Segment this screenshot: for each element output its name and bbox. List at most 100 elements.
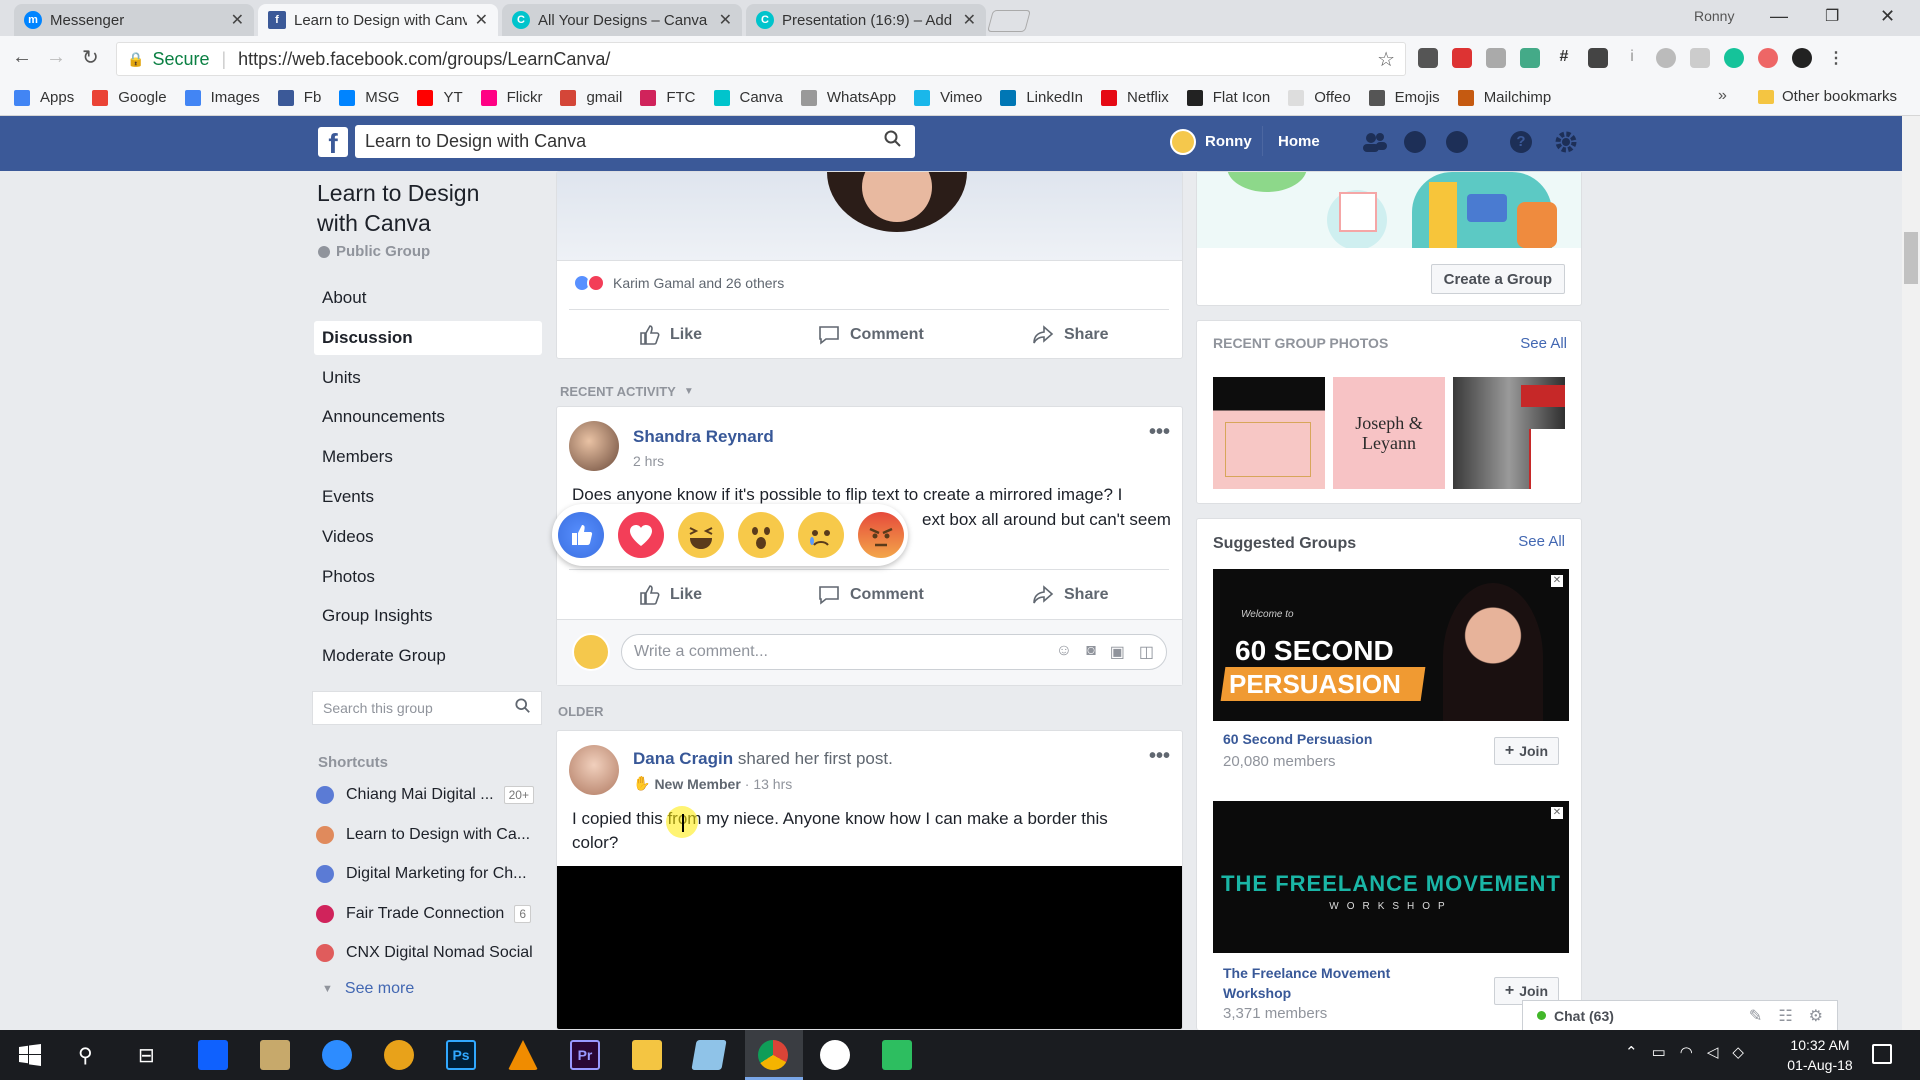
evernote-icon[interactable]: [882, 1040, 912, 1070]
camera-icon[interactable]: ◙: [1086, 642, 1096, 662]
youtube-ext-icon[interactable]: [1452, 48, 1472, 68]
group-nav-item[interactable]: Photos: [314, 560, 542, 594]
bookmark-item[interactable]: Flat Icon: [1186, 89, 1270, 106]
recent-activity-dropdown[interactable]: RECENT ACTIVITY ▼: [560, 384, 694, 399]
shortcut-item[interactable]: Fair Trade Connection 6: [316, 904, 531, 923]
other-bookmarks[interactable]: Other bookmarks: [1758, 88, 1897, 105]
group-nav-item[interactable]: Members: [314, 440, 542, 474]
group-nav-item[interactable]: Group Insights: [314, 599, 542, 633]
settings-icon[interactable]: ⚙: [1809, 1006, 1823, 1026]
more-options-icon[interactable]: •••: [1149, 745, 1170, 768]
love-reaction-icon[interactable]: [618, 512, 664, 558]
hashtag-icon[interactable]: #: [1554, 48, 1574, 68]
post-image[interactable]: [557, 172, 1182, 260]
bookmark-item[interactable]: YT: [417, 89, 463, 106]
like-button[interactable]: Like: [638, 584, 702, 606]
back-icon[interactable]: ←: [12, 46, 32, 69]
shortcut-item[interactable]: Digital Marketing for Ch...: [316, 865, 527, 883]
group-chat-icon[interactable]: ☷: [1778, 1006, 1792, 1026]
star-icon[interactable]: ☆: [1377, 47, 1395, 72]
more-bookmarks-button[interactable]: »: [1718, 87, 1727, 105]
join-button[interactable]: + Join: [1493, 737, 1559, 765]
close-tab-icon[interactable]: ✕: [475, 10, 488, 30]
bookmark-item[interactable]: Netflix: [1101, 89, 1169, 106]
premiere-icon[interactable]: Pr: [570, 1040, 600, 1070]
close-icon[interactable]: ✕: [1551, 575, 1563, 587]
see-all-link[interactable]: See All: [1518, 533, 1565, 550]
bookmark-item[interactable]: WhatsApp: [800, 89, 896, 106]
avatar[interactable]: [569, 745, 619, 795]
reload-icon[interactable]: ↻: [82, 45, 99, 70]
chrome-icon[interactable]: [758, 1040, 788, 1070]
new-tab-button[interactable]: [987, 10, 1031, 32]
sticker-icon[interactable]: ◫: [1139, 642, 1154, 662]
info-icon[interactable]: i: [1622, 48, 1642, 68]
haha-reaction-icon[interactable]: [678, 512, 724, 558]
bookmark-item[interactable]: Offeo: [1288, 89, 1351, 106]
comment-button[interactable]: Comment: [818, 324, 924, 346]
forward-icon[interactable]: →: [46, 46, 66, 69]
globe-icon[interactable]: [1446, 131, 1468, 153]
wow-reaction-icon[interactable]: [738, 512, 784, 558]
group-nav-item[interactable]: Units: [314, 361, 542, 395]
friend-requests-icon[interactable]: [1362, 131, 1388, 153]
bookmark-item[interactable]: Vimeo: [914, 89, 982, 106]
task-view-icon[interactable]: ⊟: [138, 1043, 155, 1068]
dropbox-tray-icon[interactable]: ◇: [1732, 1043, 1744, 1061]
search-icon[interactable]: ⚲: [78, 1043, 93, 1068]
help-icon[interactable]: ?: [1510, 131, 1532, 153]
group-title[interactable]: Learn to Design with Canva: [317, 178, 479, 238]
bookmark-item[interactable]: Fb: [277, 89, 321, 106]
chat-bar[interactable]: Chat (63) ✎ ☷ ⚙: [1522, 1000, 1838, 1030]
see-all-link[interactable]: See All: [1520, 335, 1567, 352]
shortcut-item[interactable]: CNX Digital Nomad Social: [316, 944, 533, 962]
app-icon[interactable]: [260, 1040, 290, 1070]
close-window-icon[interactable]: ✕: [1880, 6, 1895, 27]
close-tab-icon[interactable]: ✕: [719, 10, 732, 30]
menu-icon[interactable]: ⋮: [1826, 48, 1846, 68]
bookmark-item[interactable]: LinkedIn: [1000, 89, 1083, 106]
bookmark-item[interactable]: Canva: [713, 89, 783, 106]
file-explorer-icon[interactable]: [632, 1040, 662, 1070]
like-reaction-icon[interactable]: [558, 512, 604, 558]
photoshop-icon[interactable]: Ps: [446, 1040, 476, 1070]
bookmark-item[interactable]: Apps: [14, 89, 74, 106]
create-group-button[interactable]: Create a Group: [1430, 264, 1565, 294]
avatar-ext-icon[interactable]: [1792, 48, 1812, 68]
tab-all-designs[interactable]: C All Your Designs – Canva ✕: [502, 4, 742, 36]
windows-start-icon[interactable]: [18, 1043, 42, 1067]
comment-button[interactable]: Comment: [818, 584, 924, 606]
search-icon[interactable]: [515, 697, 531, 719]
post-author[interactable]: Shandra Reynard: [633, 427, 774, 447]
close-icon[interactable]: ✕: [1551, 807, 1563, 819]
group-nav-item[interactable]: Videos: [314, 520, 542, 554]
search-icon[interactable]: [871, 130, 915, 153]
group-photo[interactable]: [1453, 377, 1565, 489]
app-icon[interactable]: [691, 1040, 727, 1070]
sad-reaction-icon[interactable]: [798, 512, 844, 558]
suggested-group-name[interactable]: The Freelance Movement Workshop: [1223, 963, 1390, 1003]
bookmark-item[interactable]: FTC: [640, 89, 696, 106]
compose-icon[interactable]: ✎: [1749, 1006, 1762, 1026]
more-options-icon[interactable]: •••: [1149, 421, 1170, 444]
cloud-icon[interactable]: [1486, 48, 1506, 68]
angry-reaction-icon[interactable]: [858, 512, 904, 558]
group-nav-item[interactable]: Discussion: [314, 320, 542, 355]
grammarly-icon[interactable]: [1724, 48, 1744, 68]
see-more-link[interactable]: ▼ See more: [322, 980, 414, 998]
group-photo[interactable]: [1213, 377, 1325, 489]
bookmark-item[interactable]: MSG: [339, 89, 399, 106]
shield-icon[interactable]: [1588, 48, 1608, 68]
group-photo[interactable]: Joseph & Leyann: [1333, 377, 1445, 489]
bookmark-item[interactable]: gmail: [560, 89, 622, 106]
pen-icon[interactable]: [1520, 48, 1540, 68]
mail-icon[interactable]: [1690, 48, 1710, 68]
home-link[interactable]: Home: [1278, 133, 1320, 150]
suggested-group-banner[interactable]: Welcome to 60 SECOND PERSUASION ✕: [1213, 569, 1569, 721]
avatar[interactable]: [572, 633, 610, 671]
shortcut-item[interactable]: Learn to Design with Ca...: [316, 825, 530, 844]
pocket-icon[interactable]: [1418, 48, 1438, 68]
maximize-icon[interactable]: ❐: [1825, 6, 1839, 26]
post-image[interactable]: [557, 866, 1182, 1029]
reactions-summary[interactable]: Karim Gamal and 26 others: [573, 274, 784, 292]
